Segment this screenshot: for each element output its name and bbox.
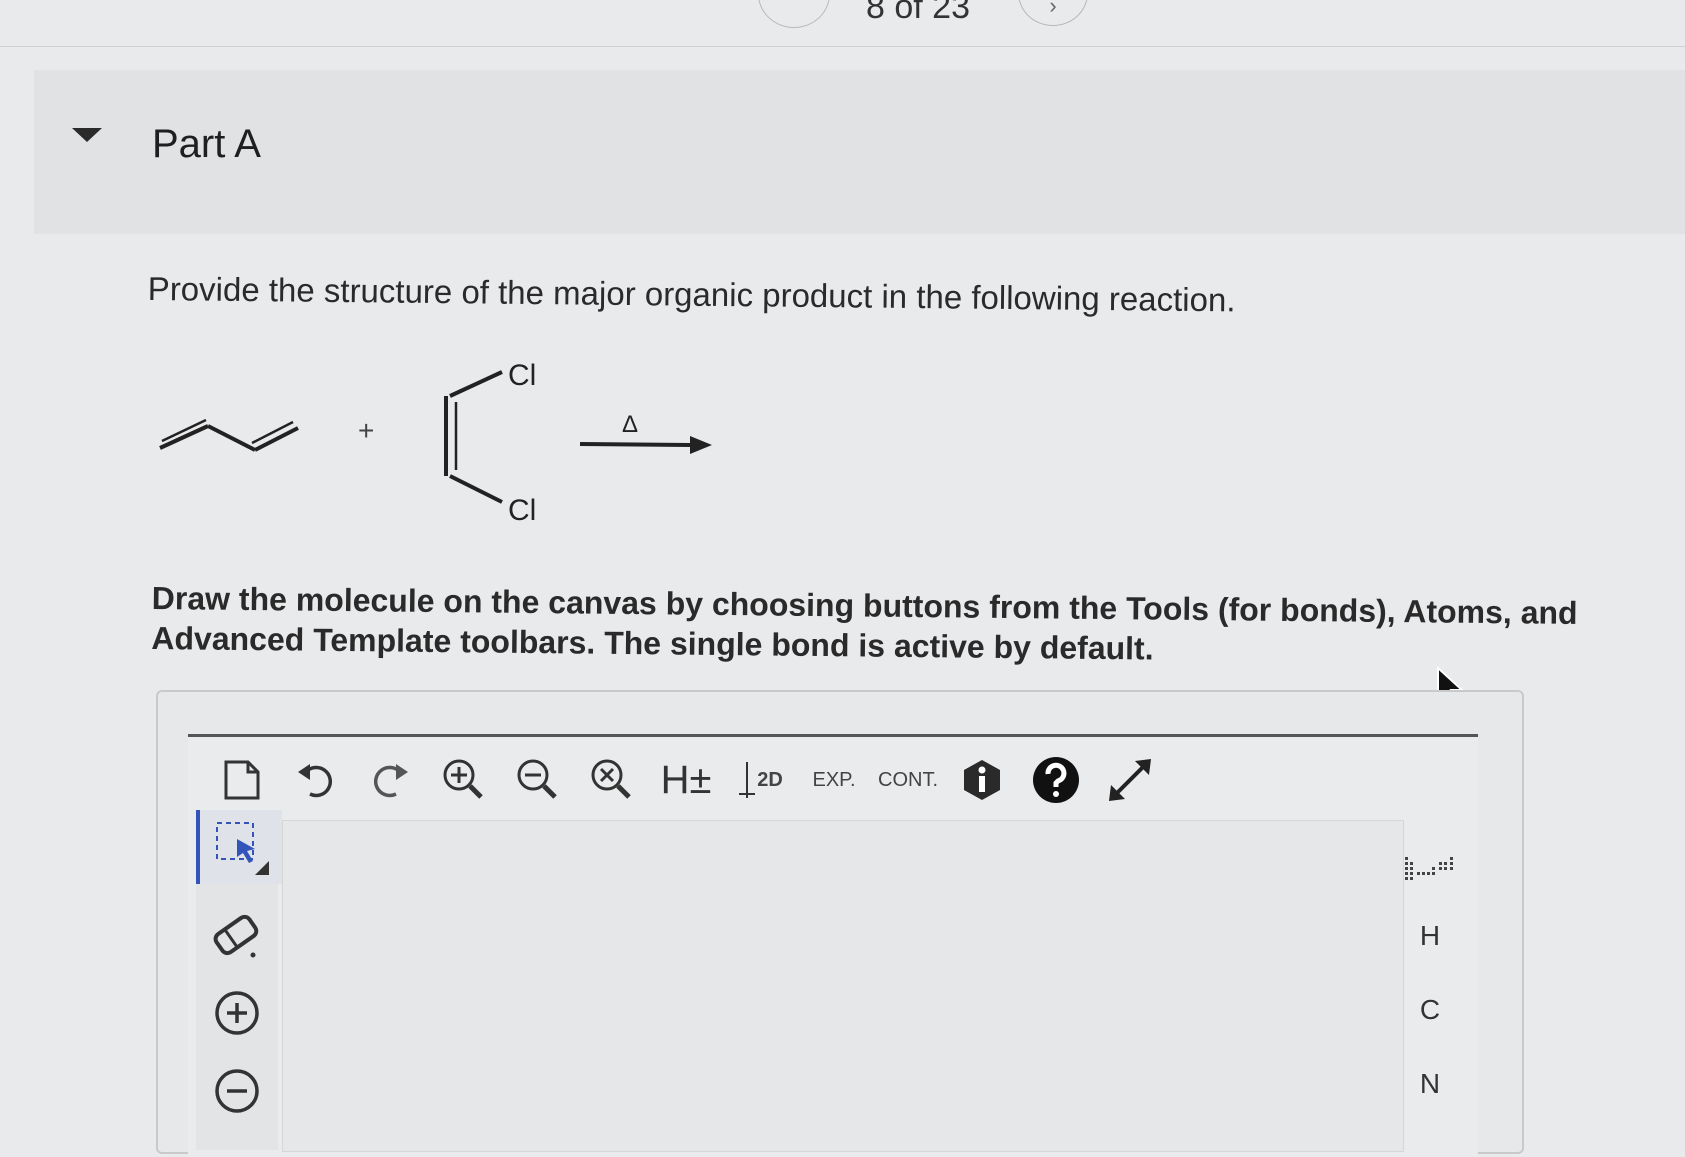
pager-text: 8 of 23 bbox=[866, 0, 970, 26]
expand-button[interactable]: EXP. bbox=[797, 749, 871, 811]
clean-2d-label: 2D bbox=[757, 768, 783, 791]
atom-n-button[interactable]: N bbox=[1395, 1054, 1465, 1114]
info-icon bbox=[964, 760, 1000, 800]
charge-plus-icon bbox=[215, 991, 259, 1035]
fullscreen-icon bbox=[1109, 759, 1151, 801]
collapse-caret-icon[interactable] bbox=[72, 128, 102, 142]
help-icon bbox=[1033, 757, 1079, 803]
charge-minus-button[interactable] bbox=[196, 1054, 278, 1128]
eraser-tool-button[interactable] bbox=[196, 896, 278, 970]
atom-h-button[interactable]: H bbox=[1395, 906, 1465, 966]
reaction-scheme: + Cl Cl Δ bbox=[150, 359, 750, 560]
clean-2d-icon bbox=[739, 762, 756, 798]
part-title: Part A bbox=[152, 122, 261, 166]
top-bar: 8 of 23 › bbox=[0, 0, 1685, 40]
select-tool-button[interactable] bbox=[196, 810, 282, 884]
redo-icon[interactable] bbox=[353, 749, 427, 811]
zoom-out-icon[interactable] bbox=[501, 749, 575, 811]
next-button[interactable]: › bbox=[1018, 0, 1088, 26]
arrow-head bbox=[690, 436, 712, 454]
atom-c-label: C bbox=[1419, 994, 1441, 1025]
info-button[interactable] bbox=[945, 749, 1019, 811]
reaction-arrow bbox=[579, 442, 691, 447]
fullscreen-button[interactable] bbox=[1093, 749, 1167, 811]
drawing-canvas[interactable] bbox=[282, 820, 1404, 1152]
periodic-table-button[interactable] bbox=[1395, 840, 1465, 900]
atom-cl-bottom: Cl bbox=[508, 494, 536, 527]
h-toggle-label: H± bbox=[660, 757, 712, 802]
eraser-icon bbox=[213, 914, 259, 958]
contract-label: CONT. bbox=[878, 768, 938, 791]
expand-label: EXP. bbox=[812, 768, 856, 791]
undo-icon[interactable] bbox=[279, 749, 353, 811]
contract-button[interactable]: CONT. bbox=[871, 749, 945, 811]
atoms-toolbar: H C N bbox=[1395, 840, 1465, 1140]
charge-plus-button[interactable] bbox=[196, 976, 278, 1050]
atom-cl-top: Cl bbox=[508, 360, 536, 392]
reaction-plus: + bbox=[358, 415, 374, 446]
zoom-reset-icon[interactable] bbox=[575, 749, 649, 811]
atom-n-label: N bbox=[1419, 1068, 1441, 1099]
part-header[interactable] bbox=[34, 70, 1685, 234]
clean-2d-button[interactable]: 2D bbox=[723, 749, 797, 811]
heat-symbol: Δ bbox=[622, 411, 638, 438]
question-text: Provide the structure of the major organ… bbox=[147, 270, 1236, 319]
instructions-text: Draw the molecule on the canvas by choos… bbox=[151, 579, 1578, 667]
charge-minus-icon bbox=[215, 1069, 259, 1113]
previous-button[interactable] bbox=[758, 0, 830, 28]
left-toolbar bbox=[196, 810, 282, 1150]
periodic-table-icon bbox=[1405, 857, 1453, 880]
new-document-icon[interactable] bbox=[205, 749, 279, 811]
dichloroethene-structure bbox=[444, 370, 503, 504]
help-button[interactable] bbox=[1019, 749, 1093, 811]
zoom-in-icon[interactable] bbox=[427, 749, 501, 811]
select-icon bbox=[216, 822, 269, 875]
top-toolbar: H± 2D EXP. CONT. bbox=[205, 745, 1167, 815]
butadiene-structure bbox=[159, 418, 299, 452]
divider bbox=[0, 46, 1685, 47]
atom-c-button[interactable]: C bbox=[1395, 980, 1465, 1040]
atom-h-label: H bbox=[1419, 920, 1441, 951]
chevron-right-icon: › bbox=[1049, 0, 1057, 18]
h-toggle-button[interactable]: H± bbox=[649, 749, 723, 811]
